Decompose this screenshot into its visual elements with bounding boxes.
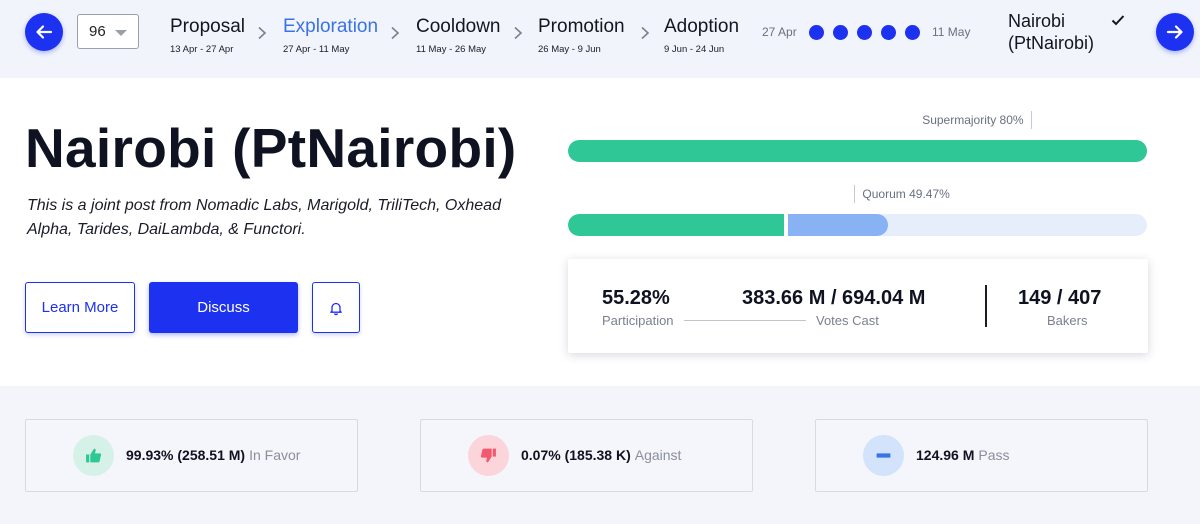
against-value: 0.07% (185.38 K) [521, 447, 631, 463]
period-name: Proposal [170, 16, 245, 37]
bakers-value: 149 / 407 [1018, 287, 1102, 309]
period-navigation-bar: 96 Proposal 13 Apr - 27 Apr Exploration … [0, 0, 1200, 78]
timeline-dot [905, 25, 920, 40]
period-proposal[interactable]: Proposal 13 Apr - 27 Apr [170, 16, 245, 55]
discuss-button[interactable]: Discuss [149, 282, 298, 333]
quorum-pass-fill [787, 214, 889, 236]
period-select-value: 96 [89, 23, 106, 40]
pass-label: Pass [978, 447, 1010, 463]
in-favor-value: 99.93% (258.51 M) [126, 447, 246, 463]
vote-icon-badge [468, 435, 509, 476]
supermajority-bar [568, 140, 1147, 162]
supermajority-threshold-marker [1031, 111, 1033, 129]
period-exploration[interactable]: Exploration 27 Apr - 11 May [283, 16, 378, 55]
previous-proposal-button[interactable] [25, 13, 63, 51]
notify-button[interactable] [312, 282, 360, 333]
chevron-right-icon [390, 26, 400, 40]
timeline-start-date: 27 Apr [762, 25, 797, 39]
participation-label: Participation [602, 313, 674, 328]
period-name: Cooldown [416, 16, 501, 37]
thumbs-up-icon [86, 448, 102, 463]
vote-icon-badge [73, 435, 114, 476]
period-cooldown[interactable]: Cooldown 11 May - 26 May [416, 16, 501, 55]
stats-divider [985, 285, 987, 327]
chevron-right-icon [513, 26, 523, 40]
participation-value: 55.28% [602, 287, 670, 309]
quorum-label: Quorum 49.47% [862, 187, 950, 201]
period-dates: 27 Apr - 11 May [283, 44, 350, 55]
check-icon [1111, 15, 1125, 26]
supermajority-yay-fill [568, 140, 1147, 162]
timeline-dot [833, 25, 848, 40]
period-promotion[interactable]: Promotion 26 May - 9 Jun [538, 16, 625, 55]
votes-cast-label: Votes Cast [816, 313, 879, 328]
vote-summary: 99.93% (258.51 M) In Favor [126, 447, 300, 463]
timeline-dot [809, 25, 824, 40]
timeline-dot [881, 25, 896, 40]
period-dates: 11 May - 26 May [416, 44, 487, 55]
vote-summary: 124.96 M Pass [916, 447, 1010, 463]
against-label: Against [634, 447, 682, 463]
caret-down-icon [115, 30, 127, 36]
bell-icon [330, 302, 342, 315]
period-dates: 13 Apr - 27 Apr [170, 44, 234, 55]
quorum-bar [568, 214, 1147, 236]
stats-connector-line [684, 320, 806, 321]
learn-more-button[interactable]: Learn More [25, 282, 135, 333]
period-dates: 9 Jun - 24 Jun [664, 44, 725, 55]
vote-card-against: 0.07% (185.38 K) Against [420, 419, 753, 492]
proposal-name-line2: (PtNairobi) [1008, 33, 1095, 53]
supermajority-label: Supermajority 80% [922, 113, 1024, 127]
vote-card-in-favor: 99.93% (258.51 M) In Favor [25, 419, 358, 492]
proposal-title: Nairobi (PtNairobi) [25, 117, 517, 179]
next-proposal-button[interactable] [1156, 13, 1194, 51]
in-favor-label: In Favor [249, 447, 301, 463]
chevron-right-icon [640, 26, 650, 40]
arrow-left-icon [36, 25, 53, 39]
timeline-dot [857, 25, 872, 40]
period-name: Promotion [538, 16, 625, 37]
period-select[interactable]: 96 [77, 14, 139, 49]
thumbs-down-icon [480, 448, 496, 463]
vote-summary: 0.07% (185.38 K) Against [521, 447, 681, 463]
chevron-right-icon [257, 26, 267, 40]
period-name: Exploration [283, 16, 379, 37]
participation-stats-card: 55.28% Participation 383.66 M / 694.04 M… [568, 259, 1148, 353]
period-dates: 26 May - 9 Jun [538, 44, 601, 55]
bakers-label: Bakers [1047, 313, 1088, 328]
quorum-yay-nay-fill [568, 214, 784, 236]
votes-cast-value: 383.66 M / 694.04 M [742, 287, 926, 309]
vote-icon-badge [863, 435, 904, 476]
proposal-name-selector[interactable]: Nairobi (PtNairobi) [1008, 10, 1094, 54]
arrow-right-icon [1166, 25, 1183, 39]
proposal-overview: Nairobi (PtNairobi) This is a joint post… [0, 78, 1200, 386]
period-name: Adoption [664, 16, 740, 37]
proposal-name-line1: Nairobi [1008, 11, 1066, 31]
proposal-description: This is a joint post from Nomadic Labs, … [27, 197, 501, 238]
period-adoption[interactable]: Adoption 9 Jun - 24 Jun [664, 16, 739, 55]
timeline-end-date: 11 May [932, 25, 971, 39]
pass-value: 124.96 M [916, 447, 975, 463]
quorum-threshold-marker [854, 185, 856, 203]
vote-card-pass: 124.96 M Pass [815, 419, 1148, 492]
minus-icon [876, 453, 891, 458]
